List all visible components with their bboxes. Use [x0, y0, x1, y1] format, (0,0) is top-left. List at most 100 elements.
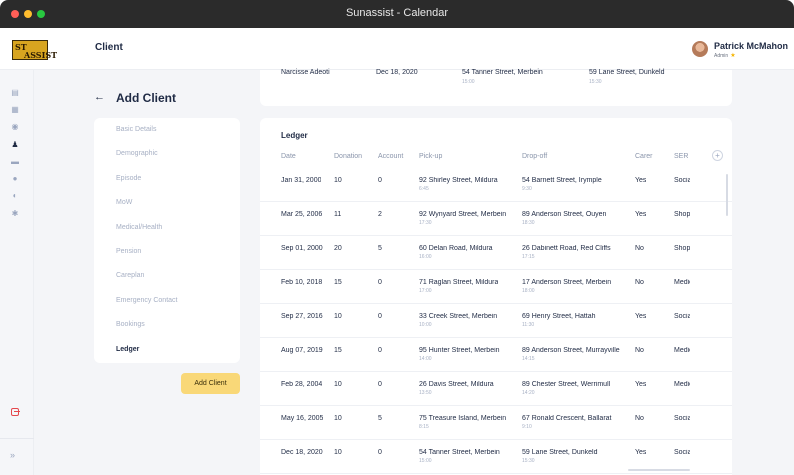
step-basic-details[interactable]: Basic Details: [116, 126, 156, 133]
cell-ser: Shopping: [674, 245, 690, 252]
cell-carer: No: [635, 347, 644, 354]
step-ledger[interactable]: Ledger: [116, 346, 139, 353]
cell-dropoff: 59 Lane Street, Dunkeld: [522, 449, 598, 456]
add-column-button[interactable]: +: [712, 150, 723, 161]
star-icon: ★: [730, 53, 736, 59]
steps-menu: Basic Details Demographic Episode MoW Me…: [94, 118, 240, 363]
cell-account: 0: [378, 279, 382, 286]
cell-pickup-time: 14:00: [419, 356, 432, 362]
cell-donation: 10: [334, 313, 342, 320]
cell-ser: Social: [674, 313, 690, 320]
cell-dropoff: 89 Anderson Street, Murrayville: [522, 347, 620, 354]
cell-donation: 10: [334, 177, 342, 184]
table-row[interactable]: Feb 10, 2018 15 0 71 Raglan Street, Mild…: [260, 270, 732, 304]
column-header-donation: Donation: [334, 153, 363, 160]
logout-icon[interactable]: [11, 408, 20, 416]
cell-pickup-time: 17:30: [419, 220, 432, 226]
cell-dropoff: 89 Anderson Street, Ouyen: [522, 211, 607, 218]
previous-table-card: Narcisse Adeoti Dec 18, 2020 54 Tanner S…: [260, 69, 732, 106]
cell-donation: 10: [334, 381, 342, 388]
cell-dropoff: 26 Dabinett Road, Red Cliffs: [522, 245, 611, 252]
table-row[interactable]: Feb 28, 2004 10 0 26 Davis Street, Mildu…: [260, 372, 732, 406]
step-bookings[interactable]: Bookings: [116, 321, 145, 328]
cell-account: 0: [378, 347, 382, 354]
cell-dropoff-time: 17:15: [522, 254, 535, 260]
cell-pickup: 75 Treasure Island, Merbein: [419, 415, 507, 422]
walking-person-icon[interactable]: ♟: [11, 141, 19, 149]
expand-sidebar-icon[interactable]: »: [10, 450, 15, 460]
cell-dropoff-time: 11:30: [522, 322, 535, 328]
user-settings-icon[interactable]: ◐: [11, 192, 19, 200]
main-content: ← Add Client Basic Details Demographic E…: [34, 69, 794, 475]
step-medical-health[interactable]: Medical/Health: [116, 224, 162, 231]
table-row[interactable]: May 16, 2005 10 5 75 Treasure Island, Me…: [260, 406, 732, 440]
cell-carer: No: [635, 415, 644, 422]
table-row[interactable]: Mar 25, 2006 11 2 92 Wynyard Street, Mer…: [260, 202, 732, 236]
logo-text-bottom: ASSIST: [24, 50, 58, 60]
gear-icon[interactable]: ✱: [11, 210, 19, 218]
cell-ser: Medical: [674, 381, 690, 388]
cell-date: May 16, 2005: [281, 415, 324, 422]
cell-ser: Medical: [674, 279, 690, 286]
top-row-pickup: 54 Tanner Street, Merbein: [462, 69, 543, 76]
dashboard-icon[interactable]: ▤: [11, 89, 19, 97]
sidebar-divider: [0, 438, 34, 439]
cell-dropoff-time: 18:00: [522, 288, 535, 294]
cell-pickup-time: 16:00: [419, 254, 432, 260]
back-arrow-icon[interactable]: ←: [94, 91, 105, 103]
cell-pickup: 92 Wynyard Street, Merbein: [419, 211, 507, 218]
step-mow[interactable]: MoW: [116, 199, 132, 206]
cell-ser: Shopping: [674, 211, 690, 218]
profile-icon[interactable]: ◉: [11, 123, 19, 131]
cell-carer: No: [635, 245, 644, 252]
cell-dropoff-time: 9:30: [522, 186, 532, 192]
table-row[interactable]: Sep 27, 2016 10 0 33 Creek Street, Merbe…: [260, 304, 732, 338]
cell-account: 5: [378, 245, 382, 252]
calendar-icon[interactable]: ▦: [11, 106, 19, 114]
cell-pickup: 92 Shirley Street, Mildura: [419, 177, 498, 184]
car-icon[interactable]: ▬: [11, 158, 19, 166]
column-header-account: Account: [378, 153, 404, 160]
vertical-scrollbar[interactable]: [726, 174, 728, 216]
step-demographic[interactable]: Demographic: [116, 150, 158, 157]
cell-dropoff-time: 14:15: [522, 356, 535, 362]
cell-pickup: 26 Davis Street, Mildura: [419, 381, 494, 388]
step-careplan[interactable]: Careplan: [116, 272, 144, 279]
table-row[interactable]: Sep 01, 2000 20 5 60 Delan Road, Mildura…: [260, 236, 732, 270]
cell-donation: 15: [334, 347, 342, 354]
column-header-pickup: Pick-up: [419, 153, 443, 160]
table-row[interactable]: Aug 07, 2019 15 0 95 Hunter Street, Merb…: [260, 338, 732, 372]
cell-donation: 15: [334, 279, 342, 286]
user-role: Admin ★: [714, 52, 736, 59]
step-pension[interactable]: Pension: [116, 248, 141, 255]
cell-ser: Social: [674, 177, 690, 184]
top-row-pickup-time: 15:00: [462, 79, 475, 85]
column-header-date: Date: [281, 153, 296, 160]
table-row[interactable]: Jan 31, 2000 10 0 92 Shirley Street, Mil…: [260, 168, 732, 202]
cell-donation: 20: [334, 245, 342, 252]
brand-logo[interactable]: ST ASSIST: [12, 40, 57, 60]
cell-ser: Social: [674, 415, 690, 422]
cell-pickup-time: 13:50: [419, 390, 432, 396]
add-client-button[interactable]: Add Client: [181, 373, 240, 394]
cell-pickup-time: 15:00: [419, 458, 432, 464]
cell-date: Dec 18, 2020: [281, 449, 323, 456]
top-row-name: Narcisse Adeoti: [281, 69, 330, 76]
column-header-ser: SER: [674, 153, 689, 160]
step-episode[interactable]: Episode: [116, 175, 141, 182]
cell-date: Sep 01, 2000: [281, 245, 323, 252]
cell-pickup: 33 Creek Street, Merbein: [419, 313, 498, 320]
cell-dropoff-time: 9:10: [522, 424, 532, 430]
user-avatar[interactable]: [692, 41, 708, 57]
column-header-dropoff: Drop-off: [522, 153, 548, 160]
cell-dropoff: 54 Barnett Street, Irymple: [522, 177, 602, 184]
horizontal-scrollbar[interactable]: [628, 469, 690, 471]
cell-donation: 10: [334, 415, 342, 422]
step-emergency-contact[interactable]: Emergency Contact: [116, 297, 177, 304]
cell-ser: Medical: [674, 347, 690, 354]
cell-dropoff: 17 Anderson Street, Merbein: [522, 279, 612, 286]
user-icon[interactable]: ●: [11, 175, 19, 183]
page-title: Add Client: [116, 91, 176, 105]
cell-carer: Yes: [635, 211, 647, 218]
user-name[interactable]: Patrick McMahon: [714, 41, 788, 51]
